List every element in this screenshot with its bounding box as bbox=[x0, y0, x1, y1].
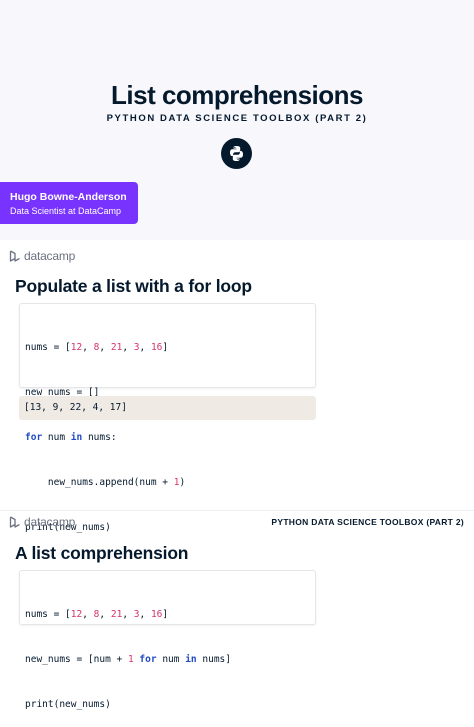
slide-heading-list-comprehension: A list comprehension bbox=[15, 543, 189, 563]
code-line: new_nums = [num + 1 for num in nums] bbox=[25, 654, 231, 665]
code-line: new_nums.append(num + 1) bbox=[25, 477, 186, 488]
datacamp-logo-icon bbox=[9, 250, 20, 262]
cover-subtitle: PYTHON DATA SCIENCE TOOLBOX (PART 2) bbox=[106, 113, 368, 124]
slide-divider bbox=[0, 510, 474, 511]
code-block-list-comprehension: nums = [12, 8, 21, 3, 16] new_nums = [nu… bbox=[19, 570, 316, 710]
code-line: print(new_nums) bbox=[25, 699, 111, 710]
datacamp-logo-text: datacamp bbox=[24, 249, 76, 263]
author-name: Hugo Bowne-Anderson bbox=[10, 191, 127, 203]
datacamp-logo-icon bbox=[9, 516, 20, 528]
cover-title: List comprehensions bbox=[111, 80, 364, 110]
datacamp-logo: datacamp bbox=[9, 249, 75, 263]
datacamp-logo-text: datacamp bbox=[24, 515, 76, 529]
course-label: PYTHON DATA SCIENCE TOOLBOX (PART 2) bbox=[271, 517, 464, 527]
slide-heading-for-loop: Populate a list with a for loop bbox=[15, 276, 252, 296]
code-output: [13, 9, 22, 4, 17] bbox=[19, 396, 316, 420]
author-role: Data Scientist at DataCamp bbox=[10, 206, 122, 216]
code-line: nums = [12, 8, 21, 3, 16] bbox=[25, 342, 169, 353]
code-block-for-loop: nums = [12, 8, 21, 3, 16] new_nums = [] … bbox=[19, 303, 316, 533]
datacamp-logo: datacamp bbox=[9, 515, 75, 529]
author-card: Hugo Bowne-Anderson Data Scientist at Da… bbox=[0, 182, 138, 224]
python-logo-icon bbox=[221, 138, 252, 169]
code-line: nums = [12, 8, 21, 3, 16] bbox=[25, 609, 169, 620]
code-line: for num in nums: bbox=[25, 432, 117, 443]
cover-slide: List comprehensions PYTHON DATA SCIENCE … bbox=[0, 0, 474, 240]
